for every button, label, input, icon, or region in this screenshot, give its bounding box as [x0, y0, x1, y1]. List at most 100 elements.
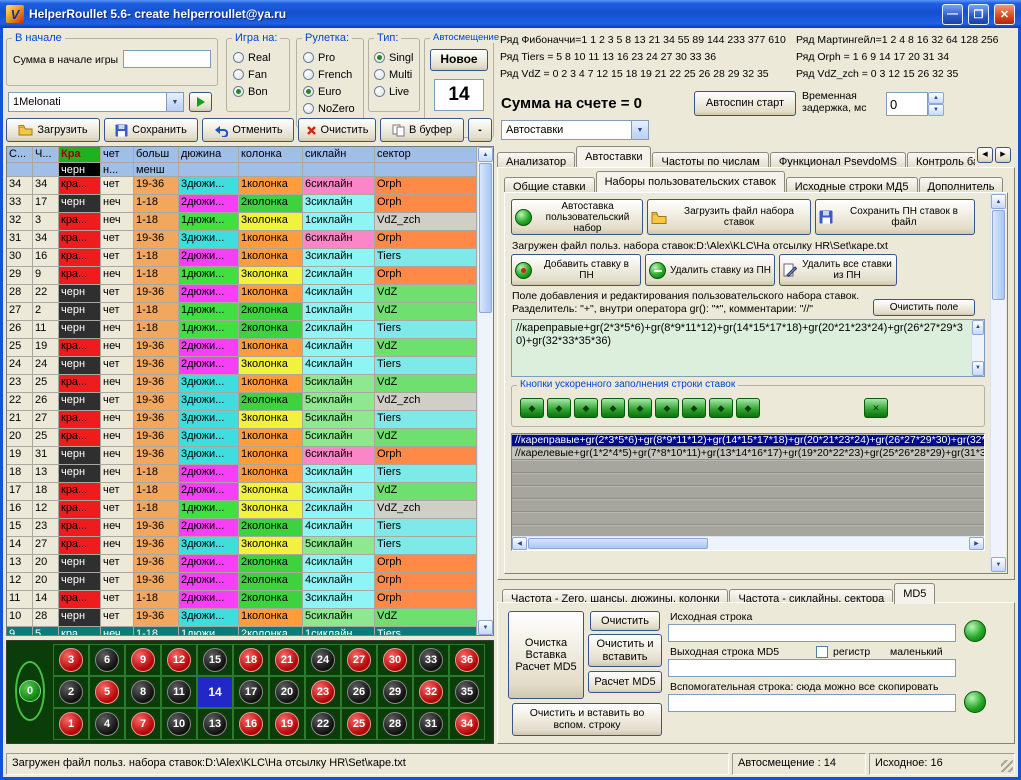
radio-icon[interactable] [233, 86, 244, 97]
radio-Euro[interactable]: Euro [303, 83, 355, 100]
load-button[interactable]: Загрузить [6, 118, 100, 142]
bet-edit-field[interactable]: //кареправые+gr(2*3*5*6)+gr(8*9*11*12)+g… [511, 319, 985, 377]
maximize-button[interactable]: ❐ [968, 4, 989, 25]
md5-aux-input[interactable] [668, 694, 956, 712]
board-cell-0[interactable]: 0 [19, 680, 41, 702]
title-bar[interactable]: V HelperRoullet 5.6- create helperroulle… [0, 0, 1021, 28]
tab-исходные-строки-мд5[interactable]: Исходные строки МД5 [786, 177, 918, 192]
quick-fill-button-7[interactable]: ◆ [682, 398, 706, 418]
board-cell-35[interactable]: 35 [449, 676, 485, 708]
board-cell-9[interactable]: 9 [125, 644, 161, 676]
tab-scroll-right-icon[interactable]: ▶ [995, 147, 1011, 163]
board-cell-25[interactable]: 25 [341, 708, 377, 740]
board-cell-30[interactable]: 30 [377, 644, 413, 676]
board-cell-13[interactable]: 13 [197, 708, 233, 740]
board-cell-36[interactable]: 36 [449, 644, 485, 676]
add-bet-button[interactable]: Добавить ставку в ПН [511, 254, 641, 286]
table-row[interactable]: 2325кра...неч19-363дюжи...1колонка5сикла… [7, 375, 477, 393]
board-cell-23[interactable]: 23 [305, 676, 341, 708]
tab-md5[interactable]: MD5 [894, 583, 935, 604]
undo-button[interactable]: Отменить [202, 118, 294, 142]
radio-icon[interactable] [303, 52, 314, 63]
board-cell-16[interactable]: 16 [233, 708, 269, 740]
quick-fill-button-8[interactable]: ◆ [709, 398, 733, 418]
chevron-down-icon[interactable]: ▼ [166, 93, 183, 111]
quick-fill-button-1[interactable]: ◆ [520, 398, 544, 418]
board-cell-21[interactable]: 21 [269, 644, 305, 676]
radio-Live[interactable]: Live [374, 83, 413, 100]
copy-to-buffer-button[interactable]: В буфер [380, 118, 464, 142]
clear-field-button[interactable]: Очистить поле [873, 299, 975, 316]
table-row[interactable]: 1320чернчет19-362дюжи...2колонка4сиклайн… [7, 555, 477, 573]
clear-button[interactable]: Очистить [298, 118, 376, 142]
tab-частоты-по-числам[interactable]: Частоты по числам [652, 152, 768, 167]
md5-clear-paste-calc-button[interactable]: Очистка Вставка Расчет MD5 [508, 611, 584, 699]
board-cell-31[interactable]: 31 [413, 708, 449, 740]
md5-source-go-button[interactable] [964, 620, 986, 642]
table-row[interactable]: 323кра...неч1-181дюжи...3колонка1сиклайн… [7, 213, 477, 231]
md5-clear-button[interactable]: Очистить [590, 611, 660, 631]
board-cell-11[interactable]: 11 [161, 676, 197, 708]
board-cell-2[interactable]: 2 [53, 676, 89, 708]
list-item-empty[interactable] [512, 486, 984, 499]
table-row[interactable]: 1612кра...чет1-181дюжи...3колонка2сиклай… [7, 501, 477, 519]
table-row[interactable]: 1813черннеч1-182дюжи...1колонка3сиклайнT… [7, 465, 477, 483]
tab-контроль-банкр[interactable]: Контроль банкр [907, 152, 975, 167]
board-cell-18[interactable]: 18 [233, 644, 269, 676]
quick-fill-button-4[interactable]: ◆ [601, 398, 625, 418]
quick-fill-button-9[interactable]: ◆ [736, 398, 760, 418]
radio-icon[interactable] [303, 86, 314, 97]
table-row[interactable]: 3016кра...чет1-182дюжи...1колонка3сиклай… [7, 249, 477, 267]
board-cell-28[interactable]: 28 [377, 708, 413, 740]
radio-Bon[interactable]: Bon [233, 83, 271, 100]
scroll-thumb[interactable] [992, 210, 1005, 300]
delay-spinner[interactable]: ▲ ▼ [928, 92, 944, 116]
board-cell-12[interactable]: 12 [161, 644, 197, 676]
md5-clear-paste-aux-button[interactable]: Очистить и вставить во вспом. строку [512, 703, 662, 736]
table-row[interactable]: 299кра...неч1-181дюжи...3колонка2сиклайн… [7, 267, 477, 285]
list-item-empty[interactable] [512, 473, 984, 486]
scroll-right-icon[interactable]: ▶ [969, 537, 984, 550]
list-item[interactable]: //карелевые+gr(1*2*4*5)+gr(7*8*10*11)+gr… [512, 447, 984, 460]
scroll-down-icon[interactable]: ▼ [478, 620, 493, 635]
table-row[interactable]: 1427кра...неч19-363дюжи...3колонка5сикла… [7, 537, 477, 555]
table-row[interactable]: 1114кра...чет1-182дюжи...2колонка3сиклай… [7, 591, 477, 609]
board-cell-20[interactable]: 20 [269, 676, 305, 708]
board-cell-26[interactable]: 26 [341, 676, 377, 708]
play-button[interactable] [189, 92, 212, 112]
board-cell-29[interactable]: 29 [377, 676, 413, 708]
scroll-down-icon[interactable]: ▼ [991, 557, 1006, 572]
table-row[interactable]: 2822чернчет19-362дюжи...1колонка4сиклайн… [7, 285, 477, 303]
spins-scrollbar[interactable]: ▲ ▼ [477, 147, 493, 635]
board-cell-19[interactable]: 19 [269, 708, 305, 740]
tab-общие-ставки[interactable]: Общие ставки [504, 177, 595, 192]
table-row[interactable]: 1931черннеч19-363дюжи...1колонка6сиклайн… [7, 447, 477, 465]
md5-aux-go-button[interactable] [964, 691, 986, 713]
board-cell-10[interactable]: 10 [161, 708, 197, 740]
scroll-thumb[interactable] [479, 163, 492, 313]
board-cell-27[interactable]: 27 [341, 644, 377, 676]
table-row[interactable]: 3134кра...чет19-363дюжи...1колонка6сикла… [7, 231, 477, 249]
board-cell-5[interactable]: 5 [89, 676, 125, 708]
board-cell-6[interactable]: 6 [89, 644, 125, 676]
board-cell-4[interactable]: 4 [89, 708, 125, 740]
board-cell-24[interactable]: 24 [305, 644, 341, 676]
board-cell-33[interactable]: 33 [413, 644, 449, 676]
board-cell-1[interactable]: 1 [53, 708, 89, 740]
scroll-down-icon[interactable]: ▼ [972, 361, 984, 376]
md5-output-input[interactable] [668, 659, 956, 677]
md5-source-input[interactable] [668, 624, 956, 642]
table-row[interactable]: 2226чернчет19-363дюжи...2колонка5сиклайн… [7, 393, 477, 411]
radio-Multi[interactable]: Multi [374, 66, 413, 83]
board-cell-22[interactable]: 22 [305, 708, 341, 740]
bet-sets-listbox[interactable]: //кареправые+gr(2*3*5*6)+gr(8*9*11*12)+g… [511, 433, 985, 551]
delay-value[interactable]: 0 [886, 92, 928, 116]
remove-all-bets-button[interactable]: Удалить все ставки из ПН [779, 254, 897, 286]
save-bet-file-button[interactable]: Сохранить ПН ставок в файл [815, 199, 975, 235]
board-cell-14[interactable]: 14 [197, 676, 233, 708]
table-row[interactable]: 2611черннеч1-181дюжи...2колонка2сиклайнT… [7, 321, 477, 339]
autospin-start-button[interactable]: Автоспин старт [694, 91, 796, 116]
board-cell-3[interactable]: 3 [53, 644, 89, 676]
tab-scroll-left-icon[interactable]: ◀ [977, 147, 993, 163]
radio-icon[interactable] [303, 69, 314, 80]
